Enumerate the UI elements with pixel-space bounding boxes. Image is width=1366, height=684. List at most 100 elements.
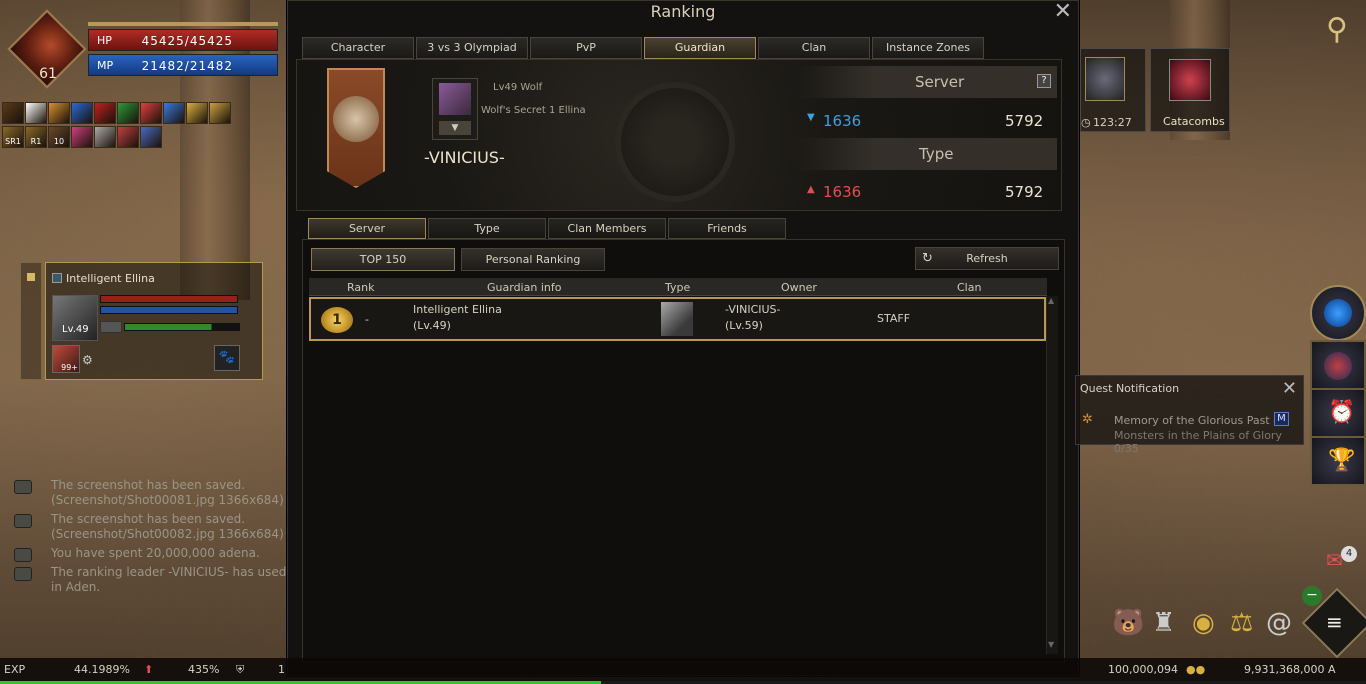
quest-notification[interactable]: Quest Notification ✕ ✲ Memory of the Glo…: [1075, 375, 1304, 455]
buff-icon[interactable]: [140, 126, 162, 148]
buff-icon[interactable]: [163, 102, 185, 124]
close-icon[interactable]: ✕: [1054, 0, 1072, 24]
subtab-server[interactable]: Server: [308, 218, 426, 239]
banner-emblem-icon: [333, 96, 379, 142]
pet-food-icon: [100, 321, 122, 333]
alarm-clock-icon: ⏰: [1328, 400, 1356, 425]
ranking-list-panel: TOP 150 Personal Ranking ↻ Refresh Rank …: [302, 239, 1065, 663]
chess-icon[interactable]: ♜: [1152, 608, 1175, 638]
alarm-button[interactable]: ⏰: [1310, 388, 1366, 438]
chat-message: The screenshot has been saved. (Screensh…: [10, 512, 290, 542]
bear-icon[interactable]: 🐻: [1112, 608, 1144, 638]
top150-button[interactable]: TOP 150: [311, 248, 455, 271]
mp-bar: MP 21482/21482: [88, 54, 278, 76]
type-score: 5792: [1005, 183, 1044, 201]
swirl-icon[interactable]: @: [1266, 608, 1292, 638]
buff-icon[interactable]: [25, 102, 47, 124]
buff-label: SR1: [5, 137, 21, 146]
tab-character[interactable]: Character: [302, 37, 414, 59]
buff-icon[interactable]: [71, 102, 93, 124]
tab-instance-zones[interactable]: Instance Zones: [872, 37, 984, 59]
subtab-friends[interactable]: Friends: [668, 218, 786, 239]
refresh-button[interactable]: ↻ Refresh: [915, 247, 1059, 270]
guardian-type-icon: [661, 302, 693, 336]
refresh-label: Refresh: [966, 252, 1008, 265]
pet-item-count: 99+: [61, 363, 78, 372]
paw-icon[interactable]: 🐾: [214, 345, 240, 371]
gear-icon[interactable]: ⚙: [82, 353, 93, 367]
ranking-hero-panel: ▼ Lv49 Wolf Wolf's Secret 1 Ellina -VINI…: [296, 59, 1062, 211]
lang-indicator[interactable]: A: [1328, 663, 1336, 676]
personal-ranking-button[interactable]: Personal Ranking: [461, 248, 605, 271]
menu-icon: ≡: [1326, 610, 1343, 634]
guardian-level-name: Lv49 Wolf: [493, 82, 543, 93]
buff-icon[interactable]: [186, 102, 208, 124]
chat-message: You have spent 20,000,000 adena.: [10, 546, 290, 562]
coin-icon[interactable]: ◉: [1192, 608, 1215, 638]
buff-icon[interactable]: [117, 126, 139, 148]
buff-icon[interactable]: SR1: [2, 126, 24, 148]
guardian-full-name: Wolf's Secret 1 Ellina: [481, 105, 586, 116]
tab-clan[interactable]: Clan: [758, 37, 870, 59]
pet-window-toggle-icon[interactable]: [27, 273, 35, 281]
exp-percent: 44.1989%: [74, 663, 130, 676]
close-icon[interactable]: ✕: [1282, 378, 1297, 399]
server-rank: 1636: [823, 112, 862, 130]
skill-menu-button[interactable]: [1310, 285, 1366, 341]
server-label: Server: [915, 73, 965, 91]
quest-badge: M: [1274, 412, 1289, 426]
player-status: 61 HP 45425/45425 MP 21482/21482: [0, 0, 280, 100]
col-clan: Clan: [957, 281, 982, 294]
buff-bar: SR1 R1 10: [2, 102, 232, 150]
pet-name: Intelligent Ellina: [66, 272, 155, 285]
buff-icon[interactable]: [117, 102, 139, 124]
speech-bubble-icon: [14, 480, 32, 494]
event-timer: 123:27: [1093, 116, 1132, 129]
pet-item-slot[interactable]: 99+: [52, 345, 80, 373]
buff-icon[interactable]: [209, 102, 231, 124]
chat-text: The screenshot has been saved. (Screensh…: [51, 512, 284, 541]
hp-bar: HP 45425/45425: [88, 29, 278, 51]
pet-window: Intelligent Ellina Lv.49 99+ ⚙ 🐾: [45, 262, 263, 380]
clan-cell: STAFF: [877, 312, 911, 325]
scrollbar[interactable]: ▲ ▼: [1046, 296, 1058, 654]
type-header: Type: [797, 138, 1057, 170]
minimize-icon[interactable]: −: [1302, 586, 1322, 606]
buff-icon[interactable]: [2, 102, 24, 124]
scroll-down-icon[interactable]: ▼: [1048, 640, 1058, 650]
subtab-clan-members[interactable]: Clan Members: [548, 218, 666, 239]
event-timer-box[interactable]: ◷ 123:27: [1080, 48, 1146, 132]
buff-icon[interactable]: [48, 102, 70, 124]
buff-icon[interactable]: [94, 126, 116, 148]
tab-guardian[interactable]: Guardian: [644, 37, 756, 59]
map-pin-icon[interactable]: ⚲: [1326, 12, 1354, 50]
arrow-down-icon: ▼: [807, 112, 815, 123]
quest-desc: Monsters in the Plains of Glory 0/35: [1114, 429, 1282, 455]
buff-icon[interactable]: [140, 102, 162, 124]
window-title: Ranking: [650, 2, 716, 21]
tab-pvp[interactable]: PvP: [530, 37, 642, 59]
balance-icon[interactable]: ⚖: [1230, 608, 1253, 638]
mp-label: MP: [97, 59, 114, 72]
buff-icon[interactable]: [71, 126, 93, 148]
tab-3-vs-3-olympiad[interactable]: 3 vs 3 Olympiad: [416, 37, 528, 59]
hp-value: 45425/45425: [141, 34, 233, 48]
pet-status-icon: [52, 273, 62, 283]
notification-count: 4: [1341, 546, 1357, 562]
type-rank: 1636: [823, 183, 862, 201]
buff-icon[interactable]: [94, 102, 116, 124]
element-menu-button[interactable]: [1310, 340, 1366, 390]
buff-icon[interactable]: R1: [25, 126, 47, 148]
subtab-type[interactable]: Type: [428, 218, 546, 239]
buff-icon[interactable]: 10: [48, 126, 70, 148]
catacombs-button[interactable]: Catacombs: [1150, 48, 1230, 132]
death-penalty-icon: ⬆: [144, 663, 154, 676]
table-row[interactable]: 1 - Intelligent Ellina (Lv.49) -VINICIUS…: [309, 297, 1046, 341]
guardian-name: Intelligent Ellina: [413, 303, 502, 316]
help-icon[interactable]: ?: [1037, 74, 1051, 88]
chevron-down-icon[interactable]: ▼: [439, 121, 471, 135]
guardian-icon: [439, 83, 471, 115]
scroll-up-icon[interactable]: ▲: [1048, 296, 1058, 306]
event-icon: [1085, 57, 1125, 101]
achievement-button[interactable]: 🏆: [1310, 436, 1366, 486]
